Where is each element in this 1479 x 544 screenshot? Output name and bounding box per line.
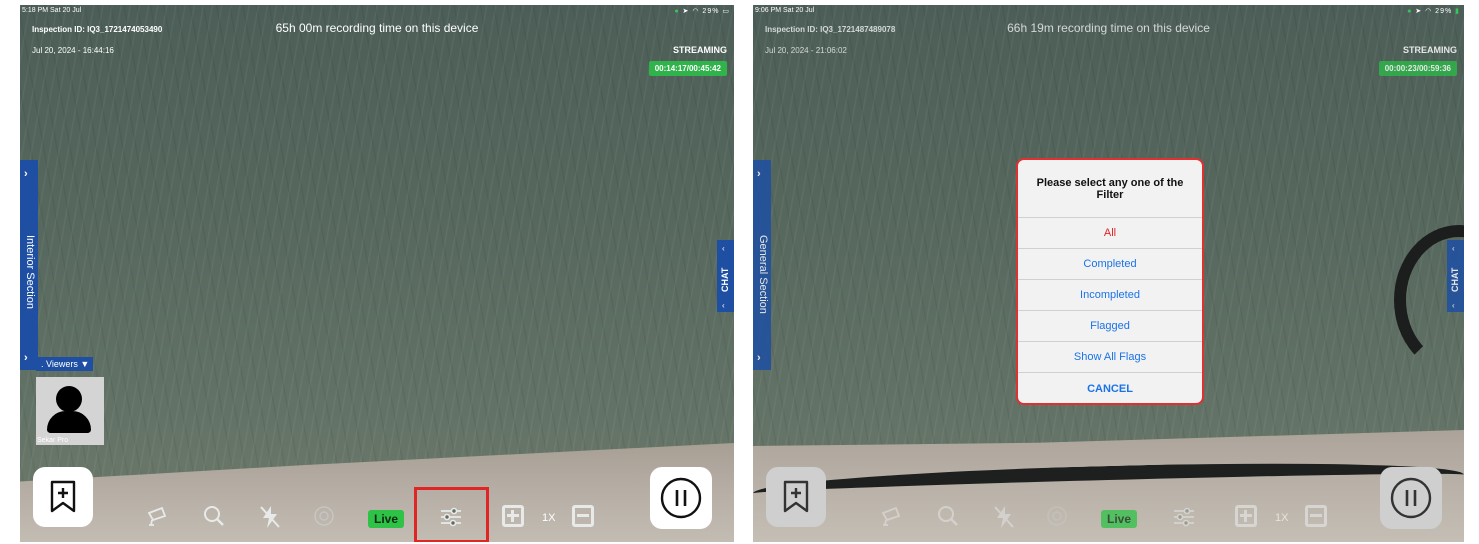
bookmark-add-icon	[783, 480, 809, 513]
filter-highlight	[414, 487, 489, 542]
flash-off-icon[interactable]	[258, 504, 282, 530]
chevron-right-icon[interactable]: ›	[24, 168, 28, 180]
filter-option-incompleted[interactable]: Incompleted	[1018, 280, 1202, 311]
streaming-status: STREAMING	[673, 45, 727, 55]
pause-icon	[660, 477, 702, 519]
filter-sliders-icon[interactable]	[1171, 505, 1197, 529]
chevron-left-icon: ‹	[722, 244, 725, 253]
pause-icon	[1390, 477, 1432, 519]
viewers-dropdown[interactable]: . Viewers ▼	[36, 357, 94, 371]
zoom-out-icon[interactable]	[572, 505, 594, 527]
viewer-tile[interactable]: Sekar Pro	[36, 377, 104, 445]
recording-time-remaining: 65h 00m recording time on this device	[275, 21, 479, 35]
status-time: 9:06 PM Sat 20 Jul	[755, 7, 815, 14]
stream-timer: 00:14:17/00:45:42	[648, 61, 727, 76]
inspection-date: Jul 20, 2024 - 21:06:02	[765, 46, 847, 55]
chevron-right-icon[interactable]: ›	[757, 352, 761, 364]
streaming-status: STREAMING	[1403, 45, 1457, 55]
status-icons: ● ➤ ◠ 29% ▮	[1407, 8, 1460, 15]
chat-tab[interactable]: ‹ CHAT ‹	[1447, 240, 1464, 312]
section-label: General Section	[757, 235, 769, 314]
zoom-level: 1X	[542, 512, 556, 524]
status-icons: ● ➤ ◠ 29% ▭	[674, 8, 730, 15]
chevron-right-icon[interactable]: ›	[757, 168, 761, 180]
target-icon[interactable]	[1045, 504, 1069, 528]
viewer-name: Sekar Pro	[37, 437, 69, 444]
chevron-left-icon: ‹	[1452, 244, 1455, 253]
zoom-level: 1X	[1275, 512, 1289, 524]
status-bar: 5:18 PM Sat 20 Jul ● ➤ ◠ 29% ▭	[20, 5, 734, 19]
live-button[interactable]: Live	[368, 510, 405, 528]
pause-button[interactable]	[1380, 467, 1442, 529]
filter-dialog: Please select any one of the Filter All …	[1016, 158, 1204, 405]
filter-option-completed[interactable]: Completed	[1018, 249, 1202, 280]
chevron-right-icon[interactable]: ›	[24, 352, 28, 364]
chevron-left-icon: ‹	[722, 301, 725, 310]
inspection-date: Jul 20, 2024 - 16:44:16	[32, 46, 114, 55]
section-drawer-tab[interactable]: › Interior Section ›	[20, 160, 38, 370]
search-icon[interactable]	[202, 504, 226, 528]
status-time: 5:18 PM Sat 20 Jul	[22, 7, 82, 14]
search-icon[interactable]	[936, 504, 960, 528]
section-label: Interior Section	[24, 235, 36, 309]
chevron-left-icon: ‹	[1452, 301, 1455, 310]
right-camera-screen: 9:06 PM Sat 20 Jul ● ➤ ◠ 29% ▮ Inspectio…	[753, 5, 1464, 542]
recording-time-remaining: 66h 19m recording time on this device	[1007, 21, 1210, 35]
filter-option-all[interactable]: All	[1018, 218, 1202, 249]
left-camera-screen: 5:18 PM Sat 20 Jul ● ➤ ◠ 29% ▭ Inspectio…	[20, 5, 734, 542]
status-bar: 9:06 PM Sat 20 Jul ● ➤ ◠ 29% ▮	[753, 5, 1464, 19]
add-bookmark-button[interactable]	[766, 467, 826, 527]
zoom-out-icon[interactable]	[1305, 505, 1327, 527]
filter-option-show-all-flags[interactable]: Show All Flags	[1018, 342, 1202, 373]
zoom-in-icon[interactable]	[1235, 505, 1257, 527]
chat-label: CHAT	[720, 267, 730, 292]
person-icon	[56, 386, 82, 412]
chat-label: CHAT	[1450, 267, 1460, 292]
person-icon-body	[47, 411, 91, 433]
filter-dialog-title: Please select any one of the Filter	[1018, 160, 1202, 218]
zoom-in-icon[interactable]	[502, 505, 524, 527]
flash-off-icon[interactable]	[992, 504, 1016, 530]
filter-option-flagged[interactable]: Flagged	[1018, 311, 1202, 342]
stream-timer: 00:00:23/00:59:36	[1378, 61, 1457, 76]
section-drawer-tab[interactable]: › General Section ›	[753, 160, 771, 370]
chat-tab[interactable]: ‹ CHAT ‹	[717, 240, 734, 312]
camera-icon[interactable]	[146, 504, 170, 528]
camera-icon[interactable]	[880, 504, 904, 528]
pause-button[interactable]	[650, 467, 712, 529]
live-button[interactable]: Live	[1101, 510, 1138, 528]
battery-percent: 29%	[702, 8, 720, 15]
add-bookmark-button[interactable]	[33, 467, 93, 527]
bookmark-add-icon	[50, 480, 76, 513]
battery-percent: 29%	[1435, 8, 1453, 15]
filter-cancel-button[interactable]: CANCEL	[1018, 373, 1202, 403]
target-icon[interactable]	[312, 504, 336, 528]
